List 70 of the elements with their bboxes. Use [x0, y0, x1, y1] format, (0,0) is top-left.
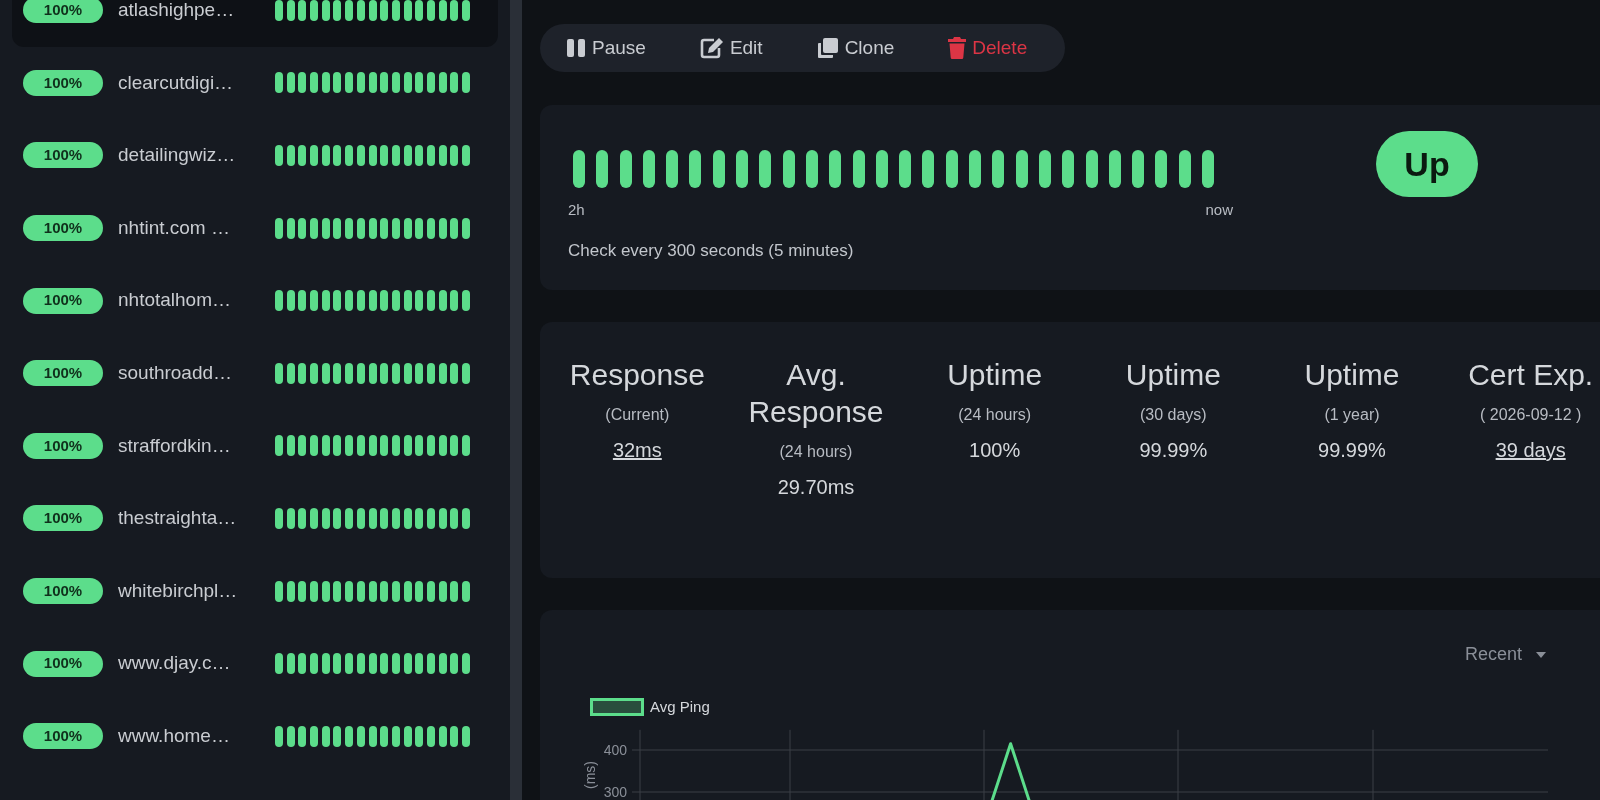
uptime-badge: 100%: [23, 723, 103, 750]
stat-period: (24 hours): [778, 442, 854, 462]
uptime-badge: 100%: [23, 360, 103, 387]
stat-value: 100%: [969, 438, 1021, 463]
y-axis-label: (ms): [582, 761, 598, 789]
uptime-badge: 100%: [23, 578, 103, 605]
stat-link[interactable]: 32ms: [612, 435, 662, 465]
stat-link[interactable]: 39 days: [1495, 435, 1566, 465]
stat-period: (24 hours): [957, 405, 1033, 425]
monitor-item[interactable]: 100% whitebirchpl…: [12, 554, 498, 628]
monitor-name: straffordkin…: [118, 433, 232, 458]
period-dropdown[interactable]: Recent: [1465, 641, 1547, 668]
pause-icon: [566, 38, 586, 58]
edit-button[interactable]: Edit: [693, 33, 769, 63]
monitor-item[interactable]: 100% www.djay.c…: [12, 627, 498, 700]
delete-button[interactable]: Delete: [942, 33, 1034, 63]
pen-square-icon: [699, 37, 724, 59]
stat-value: 29.70ms: [777, 475, 855, 500]
monitor-name: clearcutdigi…: [118, 70, 235, 95]
legend-label: Avg Ping: [650, 697, 710, 717]
stat-period: ( 2026-09-12 ): [1478, 405, 1583, 425]
y-axis-tick: 300: [603, 784, 627, 800]
uptime-badge: 100%: [23, 142, 103, 169]
monitor-item[interactable]: 100% www.home…: [12, 699, 498, 773]
stat-value: 99.99%: [1318, 438, 1386, 463]
monitor-name: www.home…: [118, 724, 231, 748]
uptime-badge: 100%: [23, 432, 103, 459]
pause-button[interactable]: Pause: [560, 33, 652, 63]
monitor-item[interactable]: 100% clearcutdigi…: [12, 46, 498, 120]
uptime-badge: 100%: [23, 69, 103, 96]
status-badge: Up: [1376, 131, 1478, 197]
time-label: 2h: [568, 200, 585, 220]
stat-period: (Current): [604, 405, 671, 425]
stat-period: (30 days): [1138, 405, 1208, 425]
stat-title: Uptime: [1304, 357, 1400, 393]
stat-title: Uptime: [947, 357, 1043, 393]
monitor-name: atlashighpe…: [118, 0, 236, 23]
trash-icon: [948, 37, 967, 59]
stat-title: Response: [569, 357, 705, 393]
stat-title: Cert Exp.: [1468, 357, 1594, 393]
uptime-badge: 100%: [23, 287, 103, 314]
monitor-item[interactable]: 100% straffordkin…: [12, 409, 498, 483]
monitor-name: thestraighta…: [118, 506, 238, 531]
copy-icon: [816, 37, 839, 59]
caret-icon: [1536, 651, 1547, 658]
uptime-badge: 100%: [23, 0, 103, 24]
time-label: now: [1205, 200, 1233, 220]
monitor-name: www.djay.c…: [118, 651, 232, 676]
monitor-item[interactable]: 100% atlashighpe…: [12, 0, 498, 47]
stat-value: 99.99%: [1139, 438, 1208, 463]
monitor-name: detailingwiz…: [118, 143, 237, 168]
stat-period: (1 year): [1323, 405, 1381, 425]
monitor-name: nhtotalhom…: [118, 288, 232, 313]
monitor-item[interactable]: 100% detailingwiz…: [12, 119, 498, 192]
monitor-item[interactable]: 100% nhtotalhom…: [12, 264, 498, 337]
monitor-name: southroadd…: [118, 361, 234, 385]
y-axis-tick: 400: [603, 742, 627, 758]
uptime-badge: 100%: [23, 215, 103, 242]
scrollbar[interactable]: [510, 0, 522, 800]
monitor-name: whitebirchpl…: [118, 578, 239, 603]
stat-title: Uptime: [1125, 357, 1221, 393]
monitor-item[interactable]: 100% nhtint.com …: [12, 191, 498, 265]
check-interval-text: Check every 300 seconds (5 minutes): [568, 239, 855, 262]
clone-button[interactable]: Clone: [810, 33, 901, 63]
monitor-item[interactable]: 100% southroadd…: [12, 336, 498, 410]
uptime-badge: 100%: [23, 505, 103, 532]
stat-title: Avg. Response: [747, 357, 885, 430]
monitor-name: nhtint.com …: [118, 215, 231, 240]
uptime-badge: 100%: [23, 650, 103, 677]
monitor-item[interactable]: 100% thestraighta…: [12, 482, 498, 555]
